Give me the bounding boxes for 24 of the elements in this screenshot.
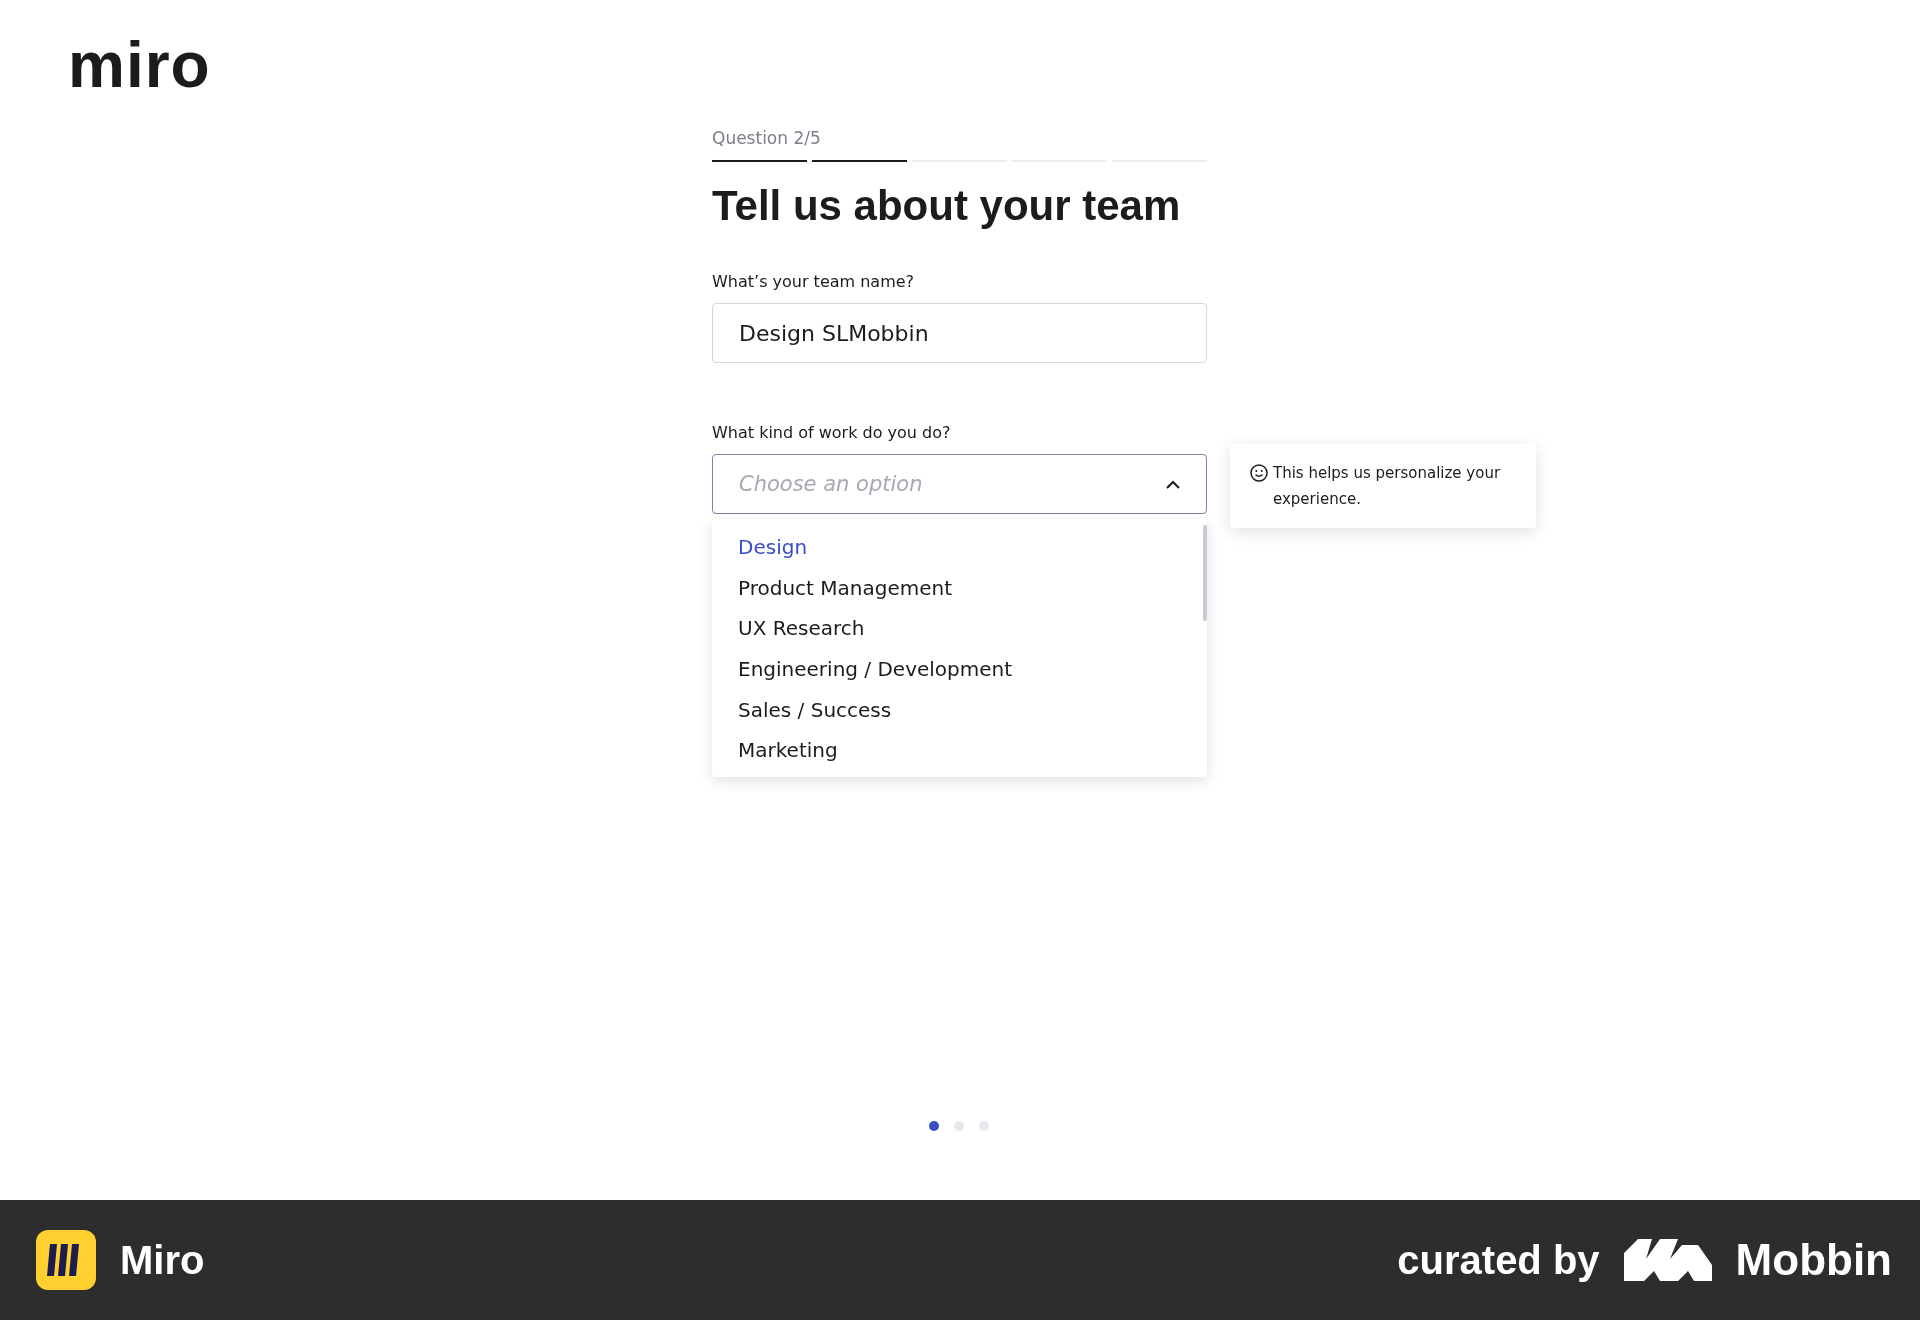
scrollbar-thumb[interactable] — [1203, 525, 1207, 621]
option-item[interactable]: Marketing — [712, 729, 1207, 771]
question-counter: Question 2/5 — [712, 128, 822, 148]
tooltip-text: This helps us personalize your experience. — [1273, 463, 1502, 510]
option-item[interactable]: Engineering / Development — [712, 648, 1207, 690]
chevron-icon — [1166, 479, 1180, 489]
curated-by-text: curated by — [1397, 1237, 1600, 1283]
team-name-field[interactable]: Design SLMobbin — [712, 303, 1207, 363]
smiley-icon — [1250, 464, 1268, 482]
brand-name: Mobbin — [1735, 1235, 1892, 1285]
pager-dot[interactable] — [929, 1121, 939, 1131]
pager-dot[interactable] — [954, 1121, 964, 1131]
app-icon — [36, 1230, 96, 1290]
option-item[interactable]: Product Management — [712, 567, 1207, 609]
option-item[interactable]: Design — [712, 527, 1207, 568]
field-label: What’s your team name? — [712, 272, 916, 291]
option-item[interactable]: Sales / Success — [712, 689, 1207, 730]
app-name: Miro — [120, 1237, 205, 1283]
option-item[interactable]: UX Research — [712, 608, 1207, 649]
pager-dot[interactable] — [979, 1121, 989, 1131]
page-heading: Tell us about your team — [712, 182, 1182, 230]
brand-logo-icon — [1623, 1239, 1712, 1281]
miro-logo: miro — [68, 28, 211, 102]
field-label: What kind of work do you do? — [712, 423, 952, 442]
